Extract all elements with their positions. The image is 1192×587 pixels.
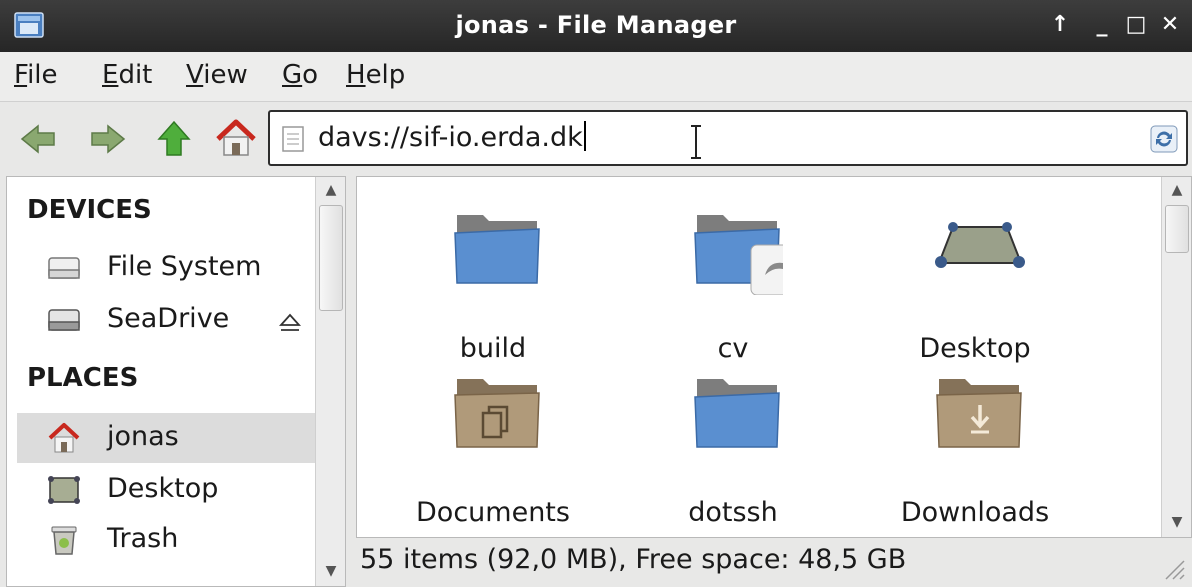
sidebar-item-jonas[interactable]: jonas: [17, 413, 317, 463]
keep-above-button[interactable]: ↑: [1046, 10, 1074, 40]
sidebar-item-file-system[interactable]: File System: [17, 243, 317, 293]
sidebar-item-label: jonas: [107, 421, 179, 452]
close-button[interactable]: ✕: [1156, 10, 1184, 40]
sidebar-item-seadrive[interactable]: SeaDrive: [17, 295, 317, 345]
side-pane: DEVICES File System SeaDrive PLACES jona…: [6, 176, 346, 587]
desktop-icon: [48, 476, 80, 504]
eject-icon[interactable]: [277, 311, 303, 335]
folder-icon: [454, 215, 540, 284]
scroll-down-button[interactable]: ▼: [318, 558, 344, 584]
folder-icon: [694, 379, 780, 448]
location-text[interactable]: davs://sif-io.erda.dk: [318, 121, 586, 153]
folder-link-icon: [694, 215, 783, 295]
file-name: Documents: [416, 497, 570, 528]
window-title: jonas - File Manager: [455, 11, 737, 39]
document-icon: [282, 126, 304, 152]
scroll-up-button[interactable]: ▲: [1164, 177, 1190, 203]
status-bar: 55 items (92,0 MB), Free space: 48,5 GB: [356, 538, 1192, 587]
fileview-scrollbar[interactable]: ▲ ▼: [1161, 177, 1191, 537]
downloads-folder-icon: [936, 379, 1022, 448]
documents-folder-icon: [454, 379, 540, 448]
file-item-downloads[interactable]: Downloads: [865, 369, 1085, 529]
up-arrow-icon[interactable]: [152, 117, 196, 161]
sidebar-item-label: File System: [107, 251, 262, 282]
places-header: PLACES: [27, 363, 139, 393]
desktop-icon: [935, 222, 1025, 268]
home-icon: [48, 423, 80, 453]
file-name: build: [459, 333, 527, 364]
back-arrow-icon[interactable]: [16, 117, 60, 161]
menu-help[interactable]: Help: [346, 60, 405, 90]
sidebar-scrollbar[interactable]: ▲ ▼: [315, 177, 345, 586]
file-name: cv: [717, 333, 749, 364]
file-item-documents[interactable]: Documents: [383, 369, 603, 529]
status-text: 55 items (92,0 MB), Free space: 48,5 GB: [360, 544, 907, 575]
resize-grip-icon[interactable]: [1160, 555, 1186, 581]
scroll-thumb[interactable]: [319, 205, 343, 311]
sidebar-item-label: Trash: [107, 523, 179, 554]
home-icon[interactable]: [214, 117, 258, 161]
menu-edit[interactable]: Edit: [102, 60, 152, 90]
file-item-dotssh[interactable]: dotssh: [623, 369, 843, 529]
harddisk-icon: [48, 257, 80, 279]
sidebar-item-label: Desktop: [107, 473, 219, 504]
sidebar-item-desktop[interactable]: Desktop: [17, 465, 317, 515]
sidebar-item-trash[interactable]: Trash: [17, 515, 317, 565]
forward-arrow-icon[interactable]: [86, 117, 130, 161]
maximize-button[interactable]: □: [1122, 10, 1150, 40]
file-item-desktop[interactable]: Desktop: [865, 205, 1085, 365]
scroll-up-button[interactable]: ▲: [318, 177, 344, 203]
scroll-thumb[interactable]: [1165, 205, 1189, 253]
reload-icon[interactable]: [1150, 125, 1178, 153]
ibeam-cursor-icon: [691, 125, 701, 159]
file-name: Desktop: [919, 333, 1031, 364]
harddisk-icon: [48, 309, 80, 331]
devices-header: DEVICES: [27, 195, 152, 225]
file-item-build[interactable]: build: [383, 205, 603, 365]
scroll-down-button[interactable]: ▼: [1164, 509, 1190, 535]
text-caret: [583, 121, 586, 151]
menu-file[interactable]: File: [14, 60, 58, 90]
file-item-cv[interactable]: cv: [623, 205, 843, 365]
file-icon-view: build cv Desktop Documents dotssh Downlo…: [356, 176, 1192, 538]
location-entry[interactable]: davs://sif-io.erda.dk: [268, 110, 1188, 166]
title-bar: jonas - File Manager ↑ _ □ ✕: [0, 0, 1192, 52]
menu-go[interactable]: Go: [282, 60, 318, 90]
file-name: dotssh: [688, 497, 778, 528]
menu-view[interactable]: View: [186, 60, 248, 90]
file-name: Downloads: [900, 497, 1050, 528]
sidebar-item-label: SeaDrive: [107, 303, 230, 334]
minimize-button[interactable]: _: [1088, 10, 1116, 40]
menu-bar: File Edit View Go Help: [0, 52, 1192, 102]
trash-icon: [51, 526, 77, 555]
